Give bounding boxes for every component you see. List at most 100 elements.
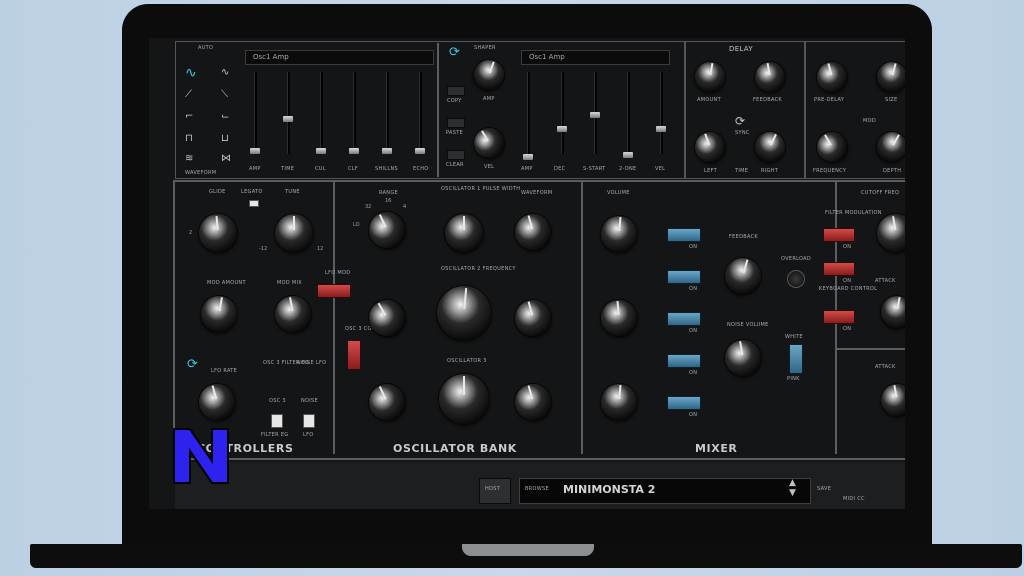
osc1-on-switch[interactable]	[667, 228, 701, 242]
keyboard-control-2-switch[interactable]	[823, 310, 855, 324]
glide-label: GLIDE	[209, 189, 226, 195]
noise-on-switch[interactable]	[667, 354, 701, 368]
fader-handle[interactable]	[283, 116, 293, 122]
noise-volume-knob[interactable]	[722, 337, 764, 379]
keyboard-control-1-switch[interactable]	[823, 262, 855, 276]
parameter-display-left[interactable]: Osc1 Amp	[245, 50, 434, 65]
lfo-rate-knob[interactable]	[194, 379, 240, 425]
feedback-knob[interactable]	[720, 253, 766, 299]
square-wave-icon[interactable]: ⊓	[185, 134, 193, 144]
on-label: ON	[843, 278, 852, 284]
osc3-switch[interactable]	[271, 414, 283, 428]
cutoff-knob[interactable]	[873, 210, 905, 256]
osc3-label: OSC 3	[269, 398, 286, 404]
osc2-frequency-knob[interactable]	[434, 283, 494, 343]
glide-knob[interactable]	[197, 212, 239, 254]
osc3-waveform-knob[interactable]	[510, 379, 556, 425]
clear-button[interactable]	[447, 150, 465, 160]
predelay-label: PRE-DELAY	[814, 97, 845, 103]
legato-switch[interactable]	[249, 200, 259, 207]
feedback-on-switch[interactable]	[667, 270, 701, 284]
filter-attack-knob[interactable]	[878, 293, 905, 331]
osc1-range-knob[interactable]	[363, 206, 411, 254]
shaper-label: SHAPER	[474, 45, 496, 51]
browse-label[interactable]: BROWSE	[525, 486, 549, 492]
fader-label: ECHO	[413, 166, 429, 172]
fader-track	[254, 72, 257, 154]
osc1-pulse-width-knob[interactable]	[445, 214, 483, 252]
fader-handle[interactable]	[656, 126, 666, 132]
sample-hold-icon[interactable]: ⋈	[221, 154, 231, 164]
osc1-waveform-knob[interactable]	[510, 209, 556, 255]
delay-time-label: TIME	[735, 168, 749, 174]
save-label[interactable]: SAVE	[817, 486, 831, 492]
fader-handle[interactable]	[557, 126, 567, 132]
sync-icon[interactable]: ⟳	[449, 46, 460, 59]
saw-up-icon[interactable]: ⟋	[185, 90, 192, 100]
osc1-volume-knob[interactable]	[599, 214, 639, 254]
overload-lamp	[787, 270, 805, 288]
lfo-rate-label: LFO RATE	[211, 368, 238, 374]
osc3-range-knob[interactable]	[363, 378, 411, 426]
fader-handle[interactable]	[349, 148, 359, 154]
mod-mix-knob[interactable]	[272, 293, 314, 335]
osc2-frequency-label: OSCILLATOR 2 FREQUENCY	[441, 266, 516, 272]
osc3-frequency-knob[interactable]	[439, 374, 489, 424]
sine-wave-icon[interactable]: ∿	[185, 66, 197, 80]
amp-attack-knob[interactable]	[878, 381, 905, 419]
volume-label: VOLUME	[607, 190, 630, 196]
tick-label: 12	[317, 246, 324, 252]
tick-label: 32	[365, 204, 372, 210]
fader-track	[386, 72, 389, 154]
fader-handle[interactable]	[316, 148, 326, 154]
fader-handle[interactable]	[415, 148, 425, 154]
delay-sync-label: SYNC	[735, 130, 750, 136]
fader-handle[interactable]	[523, 154, 533, 160]
noise-lfo-label: NOISE LFO	[297, 360, 327, 366]
osc3-volume-knob[interactable]	[599, 382, 639, 422]
range-label: RANGE	[379, 190, 398, 196]
noise-wave-icon[interactable]: ≋	[185, 154, 193, 164]
parameter-display-right[interactable]: Osc1 Amp	[521, 50, 670, 65]
osc2-waveform-knob[interactable]	[510, 295, 556, 341]
laptop-notch	[462, 544, 594, 556]
fader-handle[interactable]	[590, 112, 600, 118]
pink-label: PINK	[787, 376, 800, 382]
midi-cc-label: MIDI CC	[843, 496, 865, 502]
osc2-volume-knob[interactable]	[599, 298, 639, 338]
saw-down-icon[interactable]: ⟍	[221, 90, 228, 100]
on-label: ON	[689, 370, 698, 376]
tick-label: -12	[259, 246, 268, 252]
osc2-range-knob[interactable]	[362, 293, 412, 343]
divider	[837, 348, 905, 350]
sync-icon[interactable]: ⟳	[735, 115, 745, 127]
random-wave-icon[interactable]: ⊔	[221, 134, 229, 144]
copy-button[interactable]	[447, 86, 465, 96]
divider	[175, 458, 905, 460]
filter-modulation-switch[interactable]	[823, 228, 855, 242]
ramp-icon[interactable]: ⌐	[185, 112, 193, 122]
osc3-control-switch[interactable]	[347, 340, 361, 370]
preset-stepper-icon[interactable]: ▲ ▼	[789, 478, 796, 498]
mod-amount-knob[interactable]	[198, 293, 240, 335]
filter-eg-label: FILTER EG	[261, 432, 289, 438]
step-icon[interactable]: ⌙	[221, 112, 229, 122]
paste-button[interactable]	[447, 118, 465, 128]
noise-color-switch[interactable]	[789, 344, 803, 374]
fader-track	[527, 72, 530, 154]
fader-handle[interactable]	[250, 148, 260, 154]
amp-label: AMP	[483, 96, 495, 102]
lfo-mod-switch[interactable]	[317, 284, 351, 298]
triangle-wave-icon[interactable]: ∿	[221, 68, 229, 78]
fader-handle[interactable]	[382, 148, 392, 154]
vel-label: VEL	[484, 164, 495, 170]
fader-handle[interactable]	[623, 152, 633, 158]
osc2-on-switch[interactable]	[667, 312, 701, 326]
osc3-on-switch[interactable]	[667, 396, 701, 410]
sync-icon[interactable]: ⟳	[187, 358, 198, 371]
filter-modulation-label: FILTER MODULATION	[825, 210, 882, 216]
noise-switch[interactable]	[303, 414, 315, 428]
osc1-pulse-width-label: OSCILLATOR 1 PULSE WIDTH	[441, 186, 521, 192]
tune-knob[interactable]	[275, 214, 313, 252]
delay-feedback-label: FEEDBACK	[753, 97, 782, 103]
